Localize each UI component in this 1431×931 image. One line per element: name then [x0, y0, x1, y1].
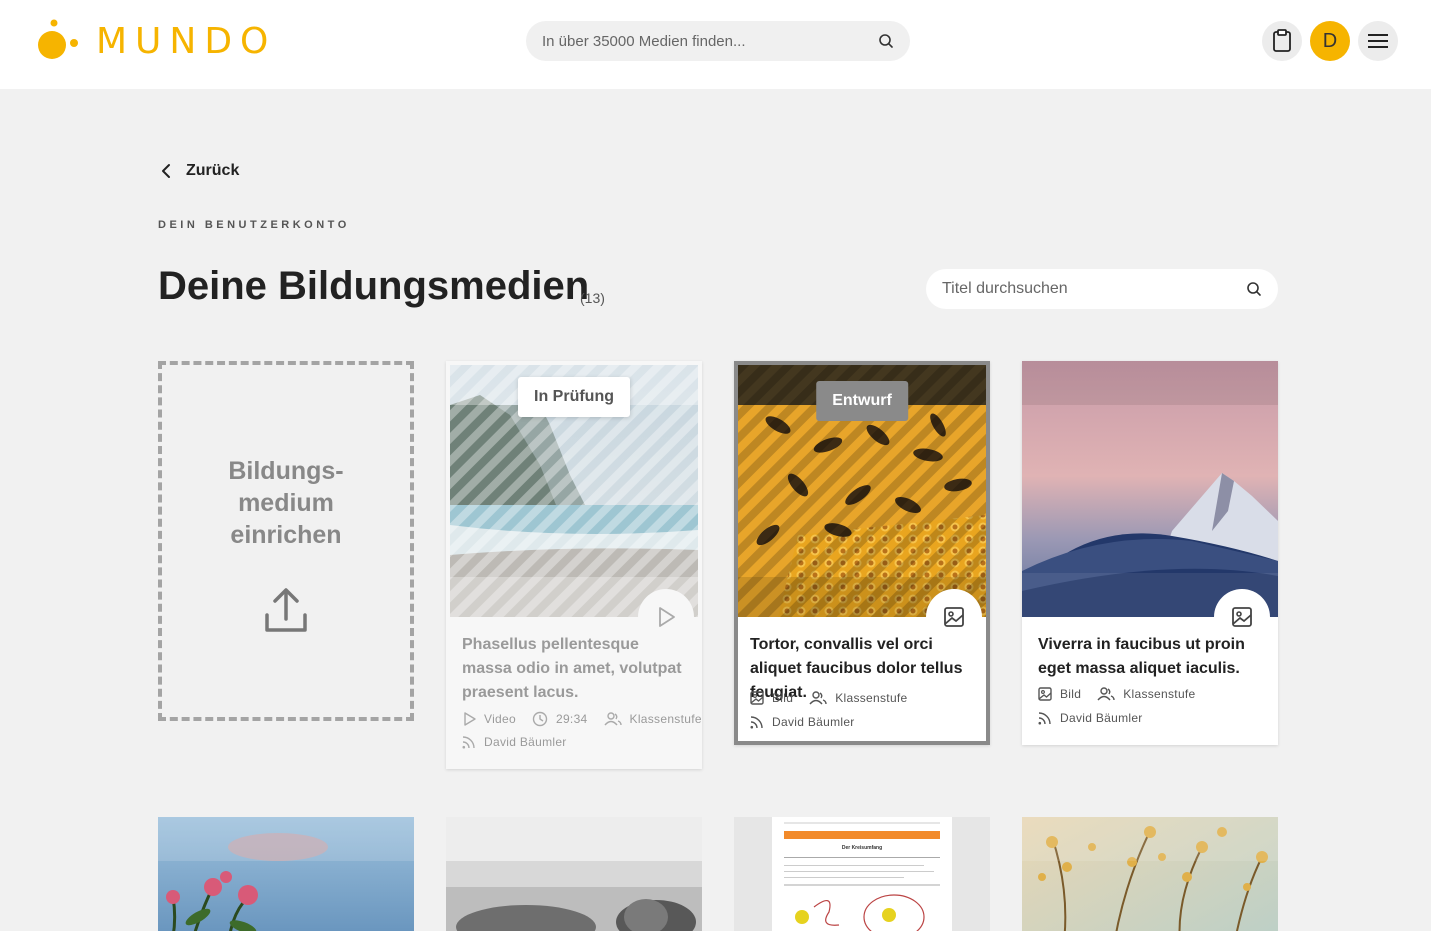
section-eyebrow: DEIN BENUTZERKONTO — [158, 219, 350, 231]
media-audience: Klassenstufe — [809, 691, 907, 705]
media-author-row: David Bäumler — [1038, 711, 1159, 725]
media-card-thumbnail-worksheet[interactable]: Der Kreisumfang — [734, 817, 990, 931]
media-type: Bild — [1038, 687, 1081, 701]
play-icon — [464, 712, 476, 726]
media-author: David Bäumler — [462, 735, 567, 749]
title-search-input[interactable] — [942, 280, 1246, 298]
media-type-label: Bild — [772, 691, 794, 705]
media-title: Phasellus pellentesque massa odio in ame… — [462, 636, 682, 701]
media-thumbnail-mountain — [1022, 361, 1278, 617]
media-audience-label: Klassenstufe — [629, 712, 702, 726]
clipboard-button[interactable] — [1262, 21, 1302, 61]
upload-icon — [265, 588, 307, 632]
media-type: Bild — [750, 691, 793, 705]
feed-icon — [1038, 712, 1051, 725]
media-author-row: David Bäumler — [750, 715, 871, 729]
media-audience-label: Klassenstufe — [1123, 687, 1196, 701]
media-title: Viverra in faucibus ut proin eget massa … — [1038, 636, 1245, 677]
global-search[interactable] — [526, 21, 910, 61]
media-meta-row: Bild Klassenstufe — [750, 691, 924, 705]
page-title: Deine Bildungsmedien — [158, 264, 590, 308]
media-author: David Bäumler — [1038, 711, 1143, 725]
media-audience: Klassenstufe — [603, 712, 702, 726]
mundo-logo[interactable]: MUNDO — [36, 16, 276, 66]
media-meta-row: Video 29:34 Klassenstufe — [462, 711, 718, 727]
feed-icon — [462, 736, 475, 749]
create-media-label: Bildungs-medium einrichen — [216, 455, 356, 551]
logo-sun-icon — [38, 19, 78, 59]
media-author-label: David Bäumler — [772, 715, 855, 729]
create-media-card[interactable]: Bildungs-medium einrichen — [158, 361, 414, 721]
top-header: MUNDO D — [0, 0, 1431, 89]
media-duration: 29:34 — [532, 711, 588, 727]
image-icon — [1038, 687, 1052, 701]
clock-icon — [532, 711, 548, 727]
global-search-input[interactable] — [542, 32, 878, 50]
media-author: David Bäumler — [750, 715, 855, 729]
brand-name: MUNDO — [96, 20, 277, 62]
media-audience-label: Klassenstufe — [835, 691, 908, 705]
image-icon — [750, 691, 764, 705]
back-label: Zurück — [186, 162, 240, 179]
media-audience: Klassenstufe — [1097, 687, 1195, 701]
avatar-initial: D — [1322, 29, 1338, 52]
media-type-label: Bild — [1060, 687, 1082, 701]
users-icon — [809, 691, 827, 705]
media-card-thumbnail-flowers[interactable] — [158, 817, 414, 931]
clipboard-icon — [1273, 29, 1291, 52]
status-badge: Entwurf — [816, 381, 908, 421]
media-author-label: David Bäumler — [1060, 711, 1143, 725]
users-icon — [1097, 687, 1115, 701]
media-count: (13) — [580, 290, 605, 306]
feed-icon — [750, 716, 763, 729]
worksheet-title: Der Kreisumfang — [841, 845, 883, 851]
media-card-thumbnail-plants[interactable] — [1022, 817, 1278, 931]
media-card[interactable]: Entwurf Tortor, convallis vel orci aliqu… — [734, 361, 990, 745]
play-icon — [659, 607, 675, 627]
media-type-label: Video — [484, 712, 516, 726]
media-duration-label: 29:34 — [555, 712, 588, 726]
media-card[interactable]: Viverra in faucibus ut proin eget massa … — [1022, 361, 1278, 745]
search-icon[interactable] — [878, 33, 894, 49]
image-icon — [1232, 607, 1252, 627]
status-badge: In Prüfung — [518, 377, 630, 417]
media-type: Video — [462, 712, 516, 726]
media-author-row: David Bäumler — [462, 735, 583, 749]
menu-button[interactable] — [1358, 21, 1398, 61]
back-link[interactable]: Zurück — [160, 162, 239, 180]
media-meta-row: Bild Klassenstufe — [1038, 687, 1212, 701]
hamburger-menu-icon — [1368, 34, 1388, 48]
users-icon — [603, 712, 622, 726]
search-icon[interactable] — [1246, 281, 1262, 297]
user-avatar-button[interactable]: D — [1310, 21, 1350, 61]
media-card-thumbnail-walrus[interactable] — [446, 817, 702, 931]
title-search[interactable] — [926, 269, 1278, 309]
media-card[interactable]: In Prüfung Phasellus pellentesque massa … — [446, 361, 702, 769]
create-media-label-text: Bildungs-medium einrichen — [228, 457, 344, 549]
media-author-label: David Bäumler — [484, 735, 567, 749]
chevron-left-icon — [162, 164, 170, 178]
image-icon — [944, 607, 964, 627]
